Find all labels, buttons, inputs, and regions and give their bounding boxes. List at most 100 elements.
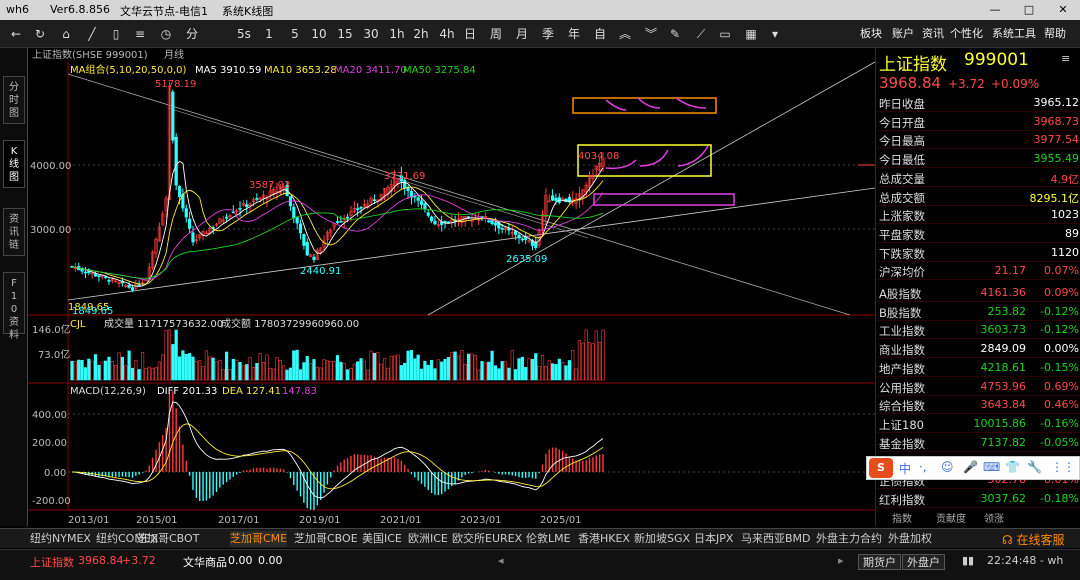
scroll-right-icon[interactable]: ▸ [838,554,844,567]
index-row-label: 综合指数 [879,399,925,414]
period-quarter[interactable]: 季 [540,24,556,44]
index-row[interactable]: A股指数 4161.36 0.09% [876,284,1080,302]
ime-skin-icon[interactable]: 👕 [1005,460,1020,474]
period-2h[interactable]: 2h [412,24,430,44]
status-hk-label[interactable]: 文华商品 [183,554,227,570]
ime-keyboard-icon[interactable]: ⌨ [983,460,1000,474]
market-tab[interactable]: 纽约NYMEX [30,531,91,547]
grid-icon[interactable]: ▦ [742,24,760,44]
home-icon[interactable]: ⌂ [56,24,76,44]
market-tab[interactable]: 芝加哥CBOT [136,531,199,547]
market-tab[interactable]: 伦敦LME [526,531,571,547]
period-month[interactable]: 月 [514,24,530,44]
period-4h[interactable]: 4h [438,24,456,44]
index-row[interactable]: 工业指数 3603.73 -0.12% [876,321,1080,340]
index-row[interactable]: B股指数 253.82 -0.12% [876,303,1080,321]
rpanel-tab-contrib[interactable]: 贡献度 [936,510,966,525]
maximize-icon[interactable]: □ [1012,0,1046,20]
index-row[interactable]: 红利指数 3037.62 -0.18% [876,490,1080,508]
period-1[interactable]: 1 [262,24,276,44]
label-high-2021: 3731.69 [384,171,425,182]
period-15[interactable]: 15 [336,24,354,44]
period-week[interactable]: 周 [488,24,504,44]
rpanel-tab-index[interactable]: 指数 [892,510,912,525]
market-tab[interactable]: 欧交所EUREX [452,531,522,547]
chart-toggle-icon[interactable]: ⟋ [692,24,710,44]
index-row[interactable]: 商业指数 2849.09 0.00% [876,340,1080,359]
quote-menu-icon[interactable]: ≡ [1061,52,1070,65]
chart-area[interactable]: 上证指数(SHSE 999001) 月线 MA组合(5,10,20,50,0,0… [28,48,875,526]
draw-icon[interactable]: ✎ [666,24,684,44]
period-10[interactable]: 10 [310,24,328,44]
market-tab[interactable]: 日本JPX [694,531,733,547]
market-tab[interactable]: 马来西亚BMD [741,531,811,547]
ime-tools-icon[interactable]: 🔧 [1027,460,1042,474]
status-sh-label[interactable]: 上证指数 [30,554,74,570]
index-row[interactable]: 地产指数 4218.61 -0.15% [876,359,1080,377]
kline-chart[interactable]: 上证指数(SHSE 999001) 月线 MA组合(5,10,20,50,0,0… [28,48,875,526]
market-tab[interactable]: 美国ICE [362,531,402,547]
market-tab[interactable]: 外盘主力合约 [816,531,882,547]
line-icon[interactable]: ╱ [82,24,102,44]
market-tab[interactable]: 芝加哥CBOE [294,531,358,547]
index-row[interactable]: 基金指数 7137.82 -0.05% [876,434,1080,452]
market-tab[interactable]: 外盘加权 [888,531,932,547]
index-row[interactable]: 公用指数 4753.96 0.69% [876,378,1080,396]
period-5s[interactable]: 5s [234,24,254,44]
menu-personalize[interactable]: 个性化 [950,24,983,44]
volume-bar [433,368,437,381]
period-day[interactable]: 日 [462,24,478,44]
macd-axis-0: 0.00 [44,468,66,479]
period-minute[interactable]: 分 [184,24,200,44]
window-icon[interactable]: ▭ [716,24,734,44]
market-tab[interactable]: 新加坡SGX [634,531,690,547]
list-icon[interactable]: ≡ [130,24,150,44]
candle-body [372,199,377,202]
period-1h[interactable]: 1h [388,24,406,44]
candle-body [517,234,521,239]
menu-account[interactable]: 账户 [892,24,914,44]
double-up-icon[interactable]: ︽ [616,24,634,44]
tab-kline[interactable]: K线图 [3,140,25,188]
menu-sector[interactable]: 板块 [860,24,882,44]
futures-account-button[interactable]: 期货户 [858,554,901,570]
market-tab[interactable]: 芝加哥CME [230,531,288,547]
foreign-account-button[interactable]: 外盘户 [902,554,945,570]
menu-system-tools[interactable]: 系统工具 [992,24,1036,44]
tab-f10[interactable]: F10资料 [3,272,25,341]
market-tab[interactable]: 欧洲ICE [408,531,448,547]
tab-news-chain[interactable]: 资讯链 [3,208,25,256]
index-row[interactable]: 上证180 10015.86 -0.16% [876,415,1080,433]
ime-toolbar[interactable]: S 中 ·, ☺ 🎤 ⌨ 👕 🔧 ⋮⋮ [866,456,1080,480]
scroll-left-icon[interactable]: ◂ [498,554,504,567]
clock-icon[interactable]: ◷ [156,24,176,44]
minimize-icon[interactable]: — [978,0,1012,20]
back-icon[interactable]: ← [6,24,26,44]
menu-news[interactable]: 资讯 [922,24,944,44]
tab-timeshare[interactable]: 分时图 [3,76,25,124]
volume-bar [396,354,400,381]
ime-more-icon[interactable]: ⋮⋮ [1051,460,1075,474]
period-custom[interactable]: 自 [592,24,608,44]
ime-chinese[interactable]: 中 [899,460,911,477]
double-down-icon[interactable]: ︾ [642,24,660,44]
dropdown-icon[interactable]: ▾ [766,24,784,44]
close-icon[interactable]: ✕ [1046,0,1080,20]
vol-value: 成交量 11717573632.00 [104,317,223,330]
ime-voice-icon[interactable]: 🎤 [963,460,978,474]
period-5[interactable]: 5 [288,24,302,44]
market-tab[interactable]: 香港HKEX [578,531,630,547]
candle-icon[interactable]: ▯ [106,24,126,44]
period-30[interactable]: 30 [362,24,380,44]
ime-emoji-icon[interactable]: ☺ [941,460,954,474]
period-year[interactable]: 年 [566,24,582,44]
sogou-logo-icon[interactable]: S [869,458,893,478]
refresh-icon[interactable]: ↻ [30,24,50,44]
index-row[interactable]: 综合指数 3643.84 0.46% [876,396,1080,415]
online-service-button[interactable]: ☊ 在线客服 [1002,531,1065,548]
x-axis-2017: 2017/01 [218,515,260,526]
rpanel-tab-leaders[interactable]: 领涨 [984,510,1004,525]
ime-punct[interactable]: ·, [919,460,927,474]
menu-help[interactable]: 帮助 [1044,24,1066,44]
chart-period[interactable]: 月线 [164,48,184,61]
